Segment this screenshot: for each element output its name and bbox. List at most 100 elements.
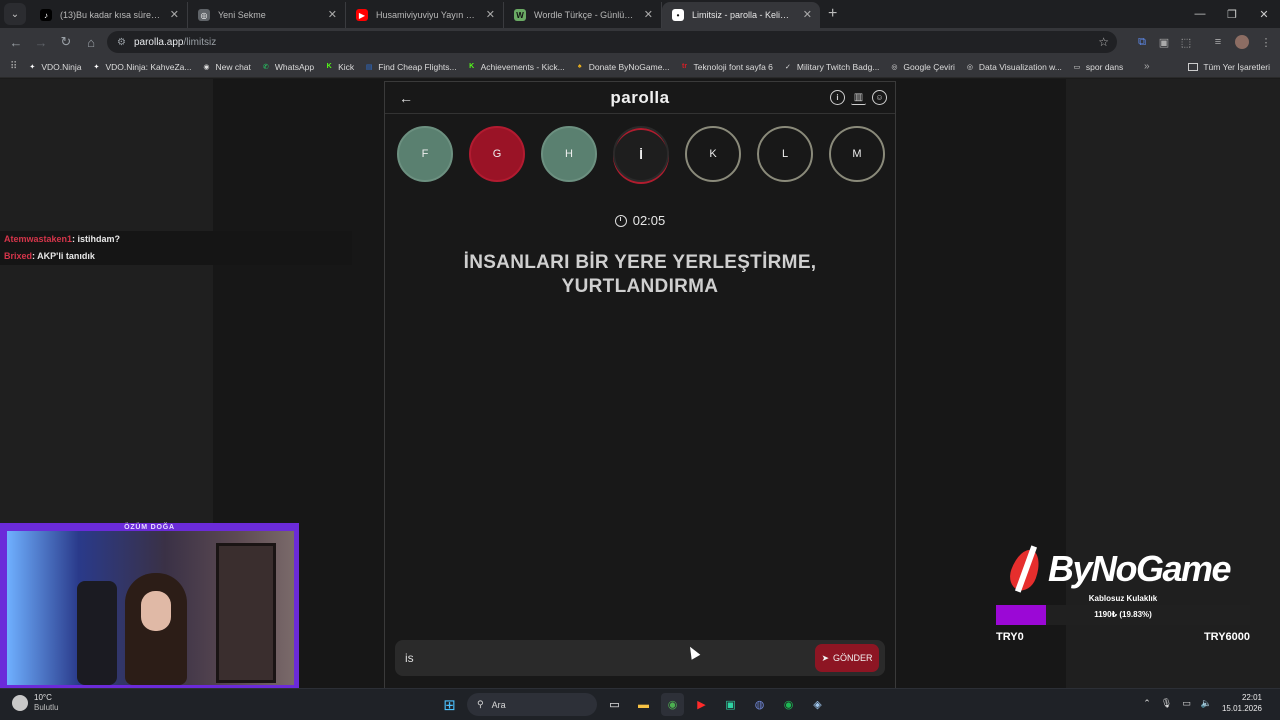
letter-circle-current: İ xyxy=(613,126,669,182)
bookmark-icon: tr xyxy=(681,63,688,70)
task-view-icon[interactable]: ▭ xyxy=(603,693,626,716)
puzzle-icon[interactable]: ⬚ xyxy=(1175,31,1197,53)
tray-chevron-icon[interactable]: ⌃ xyxy=(1143,698,1151,709)
forward-icon[interactable]: → xyxy=(29,30,53,54)
bookmark-item[interactable]: K Achievements - Kick... xyxy=(467,62,565,72)
tab-close-icon[interactable]: ✕ xyxy=(644,8,653,21)
question-line-1: İNSANLARI BİR YERE YERLEŞTİRME, xyxy=(463,252,817,273)
bookmark-item[interactable]: tr Teknoloji font sayfa 6 xyxy=(680,62,773,72)
tab-label: (13)Bu kadar kısa sürede kendi xyxy=(60,10,163,20)
weather-widget[interactable]: 10°C Bulutlu xyxy=(12,693,58,713)
bookmark-item[interactable]: ▤ Find Cheap Flights... xyxy=(364,61,457,72)
clock-date: 15.01.2026 xyxy=(1221,704,1262,713)
tab-label: Limitsiz - parolla - Kelime oyun xyxy=(692,10,796,20)
profile-avatar[interactable] xyxy=(1235,35,1249,49)
bookmark-label: Find Cheap Flights... xyxy=(378,61,457,72)
chat-message: Brixed: AKP'li tanıdık xyxy=(0,248,352,265)
bookmarks-bar: ⠿ ✦ VDO.Ninja ✦ VDO.Ninja: KahveZa... ◉ New c… xyxy=(0,56,1280,78)
weather-text: 10°C Bulutlu xyxy=(34,693,58,713)
question-text: İNSANLARI BİR YERE YERLEŞTİRME, YURTLAND… xyxy=(425,251,855,299)
game-header: ← parolla i ▥ ☺ xyxy=(385,82,895,114)
back-icon[interactable]: ← xyxy=(4,30,28,54)
game-panel: ← parolla i ▥ ☺ FGHİKLM 02:05 İNSANLARI … xyxy=(384,81,896,688)
send-button[interactable]: ➤ GÖNDER xyxy=(815,644,879,672)
stats-icon[interactable]: ▥ xyxy=(851,90,866,105)
taskbar-apps: ⊞ ⚲ Ara ▭ ▬ ◉ ▶ ▣ ◍ ◉ ◈ xyxy=(438,693,829,716)
bookmark-item[interactable]: ✓ Military Twitch Badg... xyxy=(783,61,880,72)
more-bookmarks-icon[interactable]: » xyxy=(1144,61,1150,72)
translate-icon[interactable]: ⧉ xyxy=(1131,31,1153,53)
discord-icon[interactable]: ◍ xyxy=(748,693,771,716)
media-control-icon[interactable]: ≡ xyxy=(1207,31,1229,53)
bookmark-item[interactable]: ♠ Donate ByNoGame... xyxy=(575,62,670,72)
bookmark-item[interactable]: ▭ spor dans xyxy=(1072,62,1124,72)
chat-overlay: Atemwastaken1: istihdam? Brixed: AKP'li t… xyxy=(0,231,352,265)
brand-name: ByNoGame xyxy=(1048,548,1232,589)
browser-tab[interactable]: ♪ (13)Bu kadar kısa sürede kendi ✕ xyxy=(30,2,188,28)
network-icon[interactable]: ▭ xyxy=(1182,698,1191,709)
browser-tab[interactable]: ◎ Yeni Sekme ✕ xyxy=(188,2,346,28)
tab-close-icon[interactable]: ✕ xyxy=(328,8,337,21)
restore-icon[interactable]: ❐ xyxy=(1216,0,1248,28)
game-logo: parolla xyxy=(610,88,670,107)
gaming-chair xyxy=(77,581,117,685)
system-clock[interactable]: 22:01 15.01.2026 xyxy=(1222,692,1262,714)
bookmark-icon: ✦ xyxy=(93,63,100,71)
close-window-icon[interactable]: ✕ xyxy=(1248,0,1280,28)
send-label: GÖNDER xyxy=(833,653,873,663)
browser-tab[interactable]: • Limitsiz - parolla - Kelime oyun ✕ xyxy=(662,2,820,28)
page-viewport: ← parolla i ▥ ☺ FGHİKLM 02:05 İNSANLARI … xyxy=(0,79,1280,689)
user-icon[interactable]: ☺ xyxy=(872,90,887,105)
bookmark-star-icon[interactable]: ☆ xyxy=(1098,35,1109,49)
microphone-icon[interactable]: 🎙 xyxy=(1161,698,1172,709)
timer: 02:05 xyxy=(385,213,895,228)
bookmark-label: Data Visualization w... xyxy=(978,61,1062,72)
all-bookmarks-folder[interactable]: Tüm Yer İşaretleri xyxy=(1188,62,1270,72)
clock-time: 22:01 xyxy=(1241,693,1262,702)
bookmark-item[interactable]: ✦ VDO.Ninja: KahveZa... xyxy=(91,62,192,72)
apps-grid-icon[interactable]: ⠿ xyxy=(10,61,17,72)
url-field[interactable]: ⚙ parolla.app/limitsiz ☆ xyxy=(107,31,1117,53)
browser-tab-bar: ⌄ ♪ (13)Bu kadar kısa sürede kendi ✕ ◎ Yeni … xyxy=(0,0,1280,28)
tab-close-icon[interactable]: ✕ xyxy=(803,8,812,21)
tab-close-icon[interactable]: ✕ xyxy=(486,8,495,21)
chat-username: Atemwastaken1 xyxy=(4,234,73,244)
bookmark-item[interactable]: K Kick xyxy=(324,62,355,72)
home-icon[interactable]: ⌂ xyxy=(79,30,103,54)
goal-title: Kablosuz Kulaklık xyxy=(1088,594,1158,603)
minimize-icon[interactable]: — xyxy=(1184,0,1216,28)
chrome-icon[interactable]: ◉ xyxy=(661,693,684,716)
bookmark-label: New chat xyxy=(215,61,251,72)
bookmark-item[interactable]: ◎ Data Visualization w... xyxy=(965,62,1062,72)
taskbar-search[interactable]: ⚲ Ara xyxy=(467,693,597,716)
bookmark-item[interactable]: ✦ VDO.Ninja xyxy=(27,62,81,72)
game-app-icon[interactable]: ▣ xyxy=(719,693,742,716)
new-tab-button[interactable]: + xyxy=(828,5,837,23)
site-info-icon[interactable]: ⚙ xyxy=(117,37,126,48)
bookmark-icon: ✆ xyxy=(262,63,269,71)
bookmark-label: Military Twitch Badg... xyxy=(796,61,880,72)
steam-icon[interactable]: ◈ xyxy=(806,693,829,716)
youtube-icon[interactable]: ▶ xyxy=(690,693,713,716)
volume-icon[interactable]: 🔈 xyxy=(1201,698,1212,709)
bookmark-icon: ◎ xyxy=(891,63,898,71)
bookmark-label: Google Çeviri xyxy=(903,61,955,72)
tab-search-chevron-icon[interactable]: ⌄ xyxy=(4,3,26,25)
extension-icon[interactable]: ▣ xyxy=(1153,31,1175,53)
tab-close-icon[interactable]: ✕ xyxy=(170,8,179,21)
bookmark-item[interactable]: ◉ New chat xyxy=(201,61,251,72)
file-explorer-icon[interactable]: ▬ xyxy=(632,693,655,716)
browser-tab[interactable]: ▶ Husamiviyuviyu Yayın Edit 21 Y ✕ xyxy=(346,2,504,28)
tab-label: Yeni Sekme xyxy=(218,10,266,20)
info-icon[interactable]: i xyxy=(830,90,845,105)
bookmark-item[interactable]: ✆ WhatsApp xyxy=(261,62,314,72)
answer-input[interactable] xyxy=(405,648,805,668)
menu-icon[interactable]: ⋮ xyxy=(1255,31,1277,53)
reload-icon[interactable]: ↻ xyxy=(54,30,78,54)
spotify-icon[interactable]: ◉ xyxy=(777,693,800,716)
bookmark-item[interactable]: ◎ Google Çeviri xyxy=(889,62,955,72)
browser-tab[interactable]: W Wordle Türkçe - Günlük Kelime ✕ xyxy=(504,2,662,28)
bookmark-label: Teknoloji font sayfa 6 xyxy=(693,61,773,72)
windows-start-icon[interactable]: ⊞ xyxy=(438,693,461,716)
search-icon: ⚲ xyxy=(477,699,484,709)
